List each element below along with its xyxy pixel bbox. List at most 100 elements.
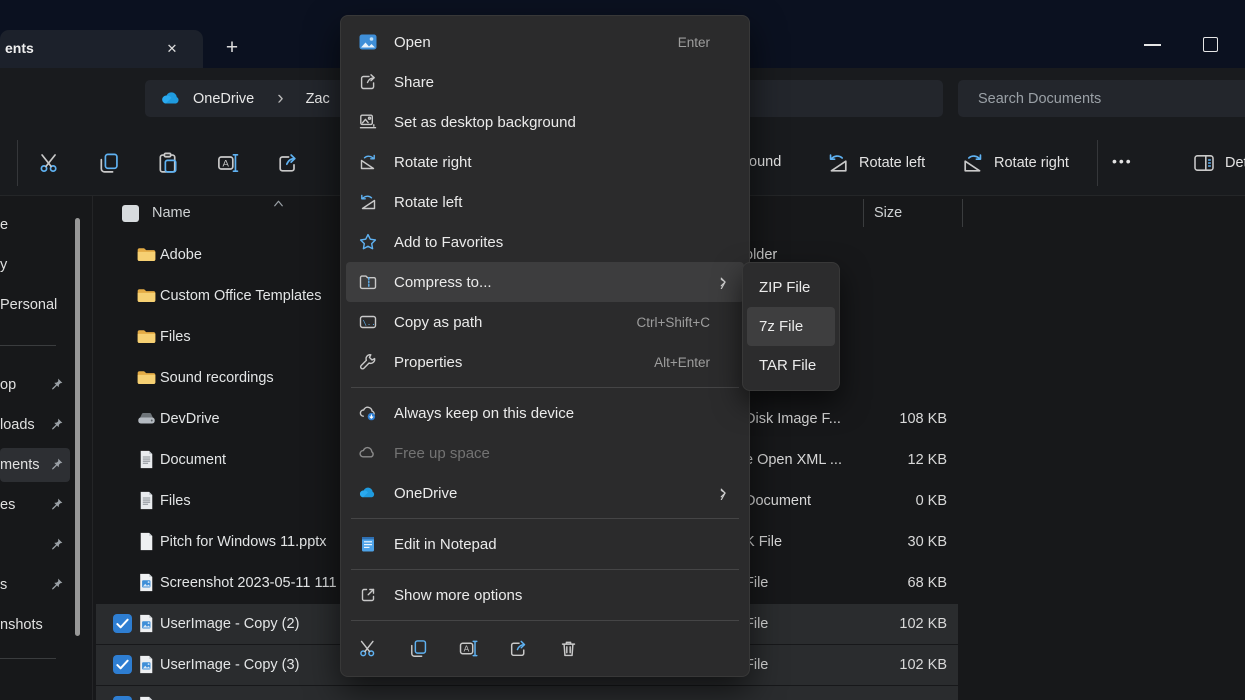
rename-button[interactable]: A [458,638,479,659]
sidebar-item-es[interactable]: es [0,488,70,522]
file-name: UserImage - Copy (2) [160,604,299,644]
share-button[interactable] [276,151,300,175]
search-input[interactable]: Search Documents [958,80,1245,117]
copy-button[interactable] [97,151,121,175]
sidebar-scrollbar[interactable] [75,218,80,636]
file-row[interactable] [96,686,958,700]
navigation-pane: ey Personal op loads ments es s nshots [0,196,92,700]
sidebar-item-label: op [0,377,16,393]
cloud-icon [358,443,378,463]
column-header-name[interactable]: Name [152,205,191,221]
paste-button[interactable] [156,151,180,175]
menu-item-onedrive[interactable]: OneDrive [346,473,744,513]
menu-item-share[interactable]: Share [346,62,744,102]
share-button[interactable] [508,638,529,659]
column-header-size[interactable]: Size [874,205,902,221]
column-divider[interactable] [962,199,963,227]
sidebar-item-label: es [0,497,15,513]
wallpaper-icon [358,112,378,132]
menu-item-open[interactable]: OpenEnter [346,22,744,62]
menu-item-add-to-favorites[interactable]: Add to Favorites [346,222,744,262]
sidebar-item-op[interactable]: op [0,368,70,402]
sidebar-item-pinned[interactable] [0,528,70,562]
row-checkbox[interactable] [113,614,132,633]
rotate-left-button[interactable]: Rotate left [826,150,925,176]
sidebar-item-label: e [0,217,8,233]
file-size: 30 KB [908,522,948,562]
menu-item-free-up-space[interactable]: Free up space [346,433,744,473]
minimize-button[interactable] [1144,44,1161,46]
copy-button[interactable] [408,638,429,659]
sidebar-item-y[interactable]: y [0,248,70,282]
sidebar-item-loads[interactable]: loads [0,408,70,442]
menu-item-label: Set as desktop background [394,114,732,131]
chevron-right-icon [716,486,730,500]
show-more-icon [358,585,378,605]
tab-close-icon[interactable]: ✕ [160,38,184,60]
menu-item-always-keep-on-this-device[interactable]: Always keep on this device [346,393,744,433]
file-icon [136,531,157,552]
set-background-button-fragment[interactable]: ound [749,154,781,170]
cut-button[interactable] [38,151,62,175]
rename-button[interactable]: A [216,151,240,175]
rotate-right-icon [358,152,378,172]
menu-item-label: Rotate right [394,154,732,171]
submenu-item-zip-file[interactable]: ZIP File [747,268,835,307]
sidebar-item-label: Personal [0,297,57,313]
menu-item-rotate-right[interactable]: Rotate right [346,142,744,182]
sidebar-item-ments[interactable]: ments [0,448,70,482]
column-divider[interactable] [863,199,864,227]
menu-item-shortcut: Alt+Enter [654,355,710,370]
delete-button[interactable] [558,638,579,659]
sidebar-item-s[interactable]: s [0,568,70,602]
search-placeholder: Search Documents [978,91,1101,107]
image-icon [136,654,157,675]
breadcrumb-current[interactable]: Zac [306,91,330,107]
sidebar-item-label: ments [0,457,40,473]
rotate-left-icon [358,192,378,212]
row-checkbox[interactable] [113,696,132,700]
file-size: 0 KB [916,481,947,521]
file-explorer-window: ents ✕ + OneDrive › Zac Search Documents… [0,0,1245,700]
sidebar-item-e[interactable]: e [0,208,70,242]
svg-text:A: A [464,643,470,653]
folder-icon [136,285,157,306]
new-tab-button[interactable]: + [219,33,245,63]
menu-item-label: Show more options [394,587,732,604]
star-icon [358,232,378,252]
cut-button[interactable] [358,638,379,659]
pane-divider [92,196,93,700]
menu-item-properties[interactable]: PropertiesAlt+Enter [346,342,744,382]
sidebar-separator [0,345,56,346]
menu-item-edit-in-notepad[interactable]: Edit in Notepad [346,524,744,564]
menu-item-show-more-options[interactable]: Show more options [346,575,744,615]
menu-item-compress-to[interactable]: Compress to... [346,262,744,302]
more-options-button[interactable]: ••• [1112,153,1133,169]
menu-item-copy-as-path[interactable]: \..Copy as pathCtrl+Shift+C [346,302,744,342]
chevron-right-icon [716,275,730,289]
menu-item-shortcut: Enter [678,35,710,50]
file-type: K File [745,522,782,562]
sidebar-item-Personal[interactable]: Personal [0,288,70,322]
select-all-checkbox[interactable] [122,205,139,222]
pin-icon [49,577,64,592]
submenu-item-7z-file[interactable]: 7z File [747,307,835,346]
menu-item-label: OneDrive [394,485,732,502]
onedrive-cloud-icon [160,87,183,110]
menu-item-rotate-left[interactable]: Rotate left [346,182,744,222]
menu-item-set-as-desktop-background[interactable]: Set as desktop background [346,102,744,142]
details-pane-button[interactable]: Det [1192,150,1245,176]
folder-icon [136,367,157,388]
breadcrumb-onedrive[interactable]: OneDrive [193,91,254,107]
row-checkbox[interactable] [113,655,132,674]
sidebar-item-nshots[interactable]: nshots [0,608,70,642]
menu-separator [351,569,739,570]
maximize-button[interactable] [1203,37,1218,52]
sidebar-item-label: s [0,577,7,593]
submenu-item-tar-file[interactable]: TAR File [747,346,835,385]
onedrive-icon [358,483,378,503]
tab-documents[interactable]: ents ✕ [0,30,203,68]
menu-item-label: Always keep on this device [394,405,732,422]
notepad-icon [358,534,378,554]
rotate-right-button[interactable]: Rotate right [961,150,1069,176]
